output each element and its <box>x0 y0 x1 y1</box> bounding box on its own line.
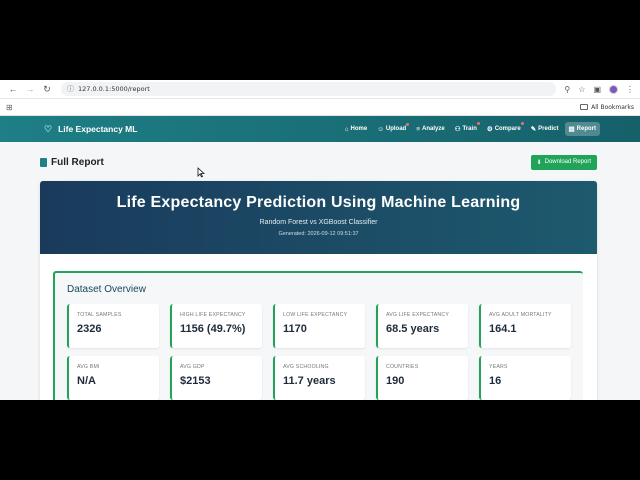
stat-card: Avg Adult Mortality 164.1 <box>479 304 571 348</box>
page-title: Full Report <box>40 157 104 168</box>
stat-label: Avg Life Expectancy <box>386 312 449 318</box>
nav-report[interactable]: ▤ Report <box>564 122 600 136</box>
url-field[interactable]: ⓘ 127.0.0.1:5000/report <box>61 82 557 96</box>
user-icon: ☺ <box>377 125 384 133</box>
all-bookmarks-label: All Bookmarks <box>591 103 634 111</box>
stat-card: Avg Schooling 11.7 years <box>273 356 365 400</box>
stat-value: 2326 <box>77 323 102 335</box>
stat-label: Years <box>489 364 508 370</box>
menu-icon[interactable]: ⋮ <box>626 85 634 94</box>
nav-compare[interactable]: ⚙ Compare <box>483 122 525 136</box>
report-hero: Life Expectancy Prediction Using Machine… <box>40 181 597 254</box>
stat-card: Avg Life Expectancy 68.5 years <box>376 304 468 348</box>
extensions-icon[interactable]: ▣ <box>593 85 601 94</box>
file-icon <box>40 157 47 167</box>
stat-label: Countries <box>386 364 419 370</box>
nav-analyze[interactable]: ≡ Analyze <box>412 123 448 136</box>
url-text: 127.0.0.1:5000/report <box>78 85 150 93</box>
reload-icon[interactable]: ↻ <box>40 82 54 96</box>
forward-icon[interactable]: → <box>23 82 37 96</box>
nav-label: Upload <box>385 126 407 132</box>
report-title: Life Expectancy Prediction Using Machine… <box>116 194 521 211</box>
notification-dot <box>476 122 480 125</box>
stat-label: Avg GDP <box>180 364 205 370</box>
address-bar: ← → ↻ ⓘ 127.0.0.1:5000/report ⚲ ☆ ▣ ⋮ <box>0 80 640 99</box>
compare-icon: ⚙ <box>486 126 493 133</box>
nav-label: Predict <box>538 126 559 132</box>
brand-name: Life Expectancy ML <box>58 124 138 134</box>
stat-label: High Life Expectancy <box>180 312 246 318</box>
document-icon: ▤ <box>568 126 575 133</box>
stat-card: Low Life Expectancy 1170 <box>273 304 365 348</box>
page-header: Full Report ⬇ Download Report <box>40 153 597 171</box>
stat-value: 11.7 years <box>283 375 336 387</box>
stat-value: 190 <box>386 375 405 387</box>
download-report-button[interactable]: ⬇ Download Report <box>530 154 597 170</box>
dataset-overview-section: Dataset Overview Total Samples 2326 High L… <box>53 271 583 400</box>
notification-dot <box>406 122 410 126</box>
stat-card: Countries 190 <box>376 356 468 400</box>
stat-value: 68.5 years <box>386 323 440 335</box>
zoom-icon[interactable]: ⚲ <box>564 85 570 94</box>
stat-card: High Life Expectancy 1156 (49.7%) <box>170 304 262 348</box>
bookmarks-bar: ⊞ All Bookmarks <box>0 99 640 116</box>
star-icon[interactable]: ☆ <box>578 85 585 94</box>
folder-icon <box>580 104 589 110</box>
nav-label: Compare <box>494 126 521 132</box>
stat-card: Avg GDP $2153 <box>170 356 262 400</box>
stat-card: Avg BMI N/A <box>67 356 159 400</box>
stat-card: Total Samples 2326 <box>67 304 159 348</box>
people-icon: ⚇ <box>454 126 461 133</box>
profile-avatar[interactable] <box>609 84 618 94</box>
site-info-icon[interactable]: ⓘ <box>67 84 74 94</box>
all-bookmarks-button[interactable]: All Bookmarks <box>580 104 634 111</box>
stat-label: Avg Adult Mortality <box>489 312 552 318</box>
stat-value: 1156 (49.7%) <box>180 323 246 335</box>
report-card: Life Expectancy Prediction Using Machine… <box>40 181 597 400</box>
nav-label: Report <box>576 126 596 132</box>
brand-link[interactable]: ♡ Life Expectancy ML <box>44 124 137 135</box>
home-icon: ⌂ <box>344 125 349 133</box>
apps-grid-icon[interactable]: ⊞ <box>6 103 13 112</box>
nav-upload[interactable]: ☺ Upload <box>373 122 410 136</box>
nav-label: Train <box>462 126 477 132</box>
page-title-text: Full Report <box>51 156 104 168</box>
stat-label: Low Life Expectancy <box>283 312 348 318</box>
nav-label: Analyze <box>422 126 445 132</box>
stat-value: $2153 <box>180 375 211 387</box>
stat-card: Years 16 <box>479 356 571 400</box>
nav-predict[interactable]: ✎ Predict <box>527 122 563 136</box>
download-label: Download Report <box>544 159 591 165</box>
app-navbar: ♡ Life Expectancy ML ⌂ Home ☺ Upload ≡ Analyz… <box>0 116 640 142</box>
stat-label: Total Samples <box>77 312 122 318</box>
nav-home[interactable]: ⌂ Home <box>341 123 372 136</box>
pencil-icon: ✎ <box>530 126 537 133</box>
stat-label: Avg BMI <box>77 364 100 370</box>
stat-value: 1170 <box>283 323 307 335</box>
stat-value: N/A <box>77 375 96 387</box>
stats-grid: Total Samples 2326 High Life Expectancy 115… <box>67 304 571 400</box>
section-title: Dataset Overview <box>67 284 146 295</box>
report-generated: Generated: 2026-09-12 09:51:37 <box>278 231 359 237</box>
browser-window: ← → ↻ ⓘ 127.0.0.1:5000/report ⚲ ☆ ▣ ⋮ ⊞ … <box>0 80 640 400</box>
chart-icon: ≡ <box>416 125 420 133</box>
nav-train[interactable]: ⚇ Train <box>451 122 481 136</box>
nav-links: ⌂ Home ☺ Upload ≡ Analyze ⚇ Train ⚙ Compare ✎ Predi… <box>341 122 600 136</box>
report-subtitle: Random Forest vs XGBoost Classifier <box>259 219 378 226</box>
nav-label: Home <box>350 126 368 132</box>
stat-value: 164.1 <box>489 323 517 335</box>
stat-value: 16 <box>489 375 502 387</box>
download-icon: ⬇ <box>536 159 542 166</box>
notification-dot <box>520 122 524 125</box>
heart-pulse-icon: ♡ <box>44 123 53 134</box>
back-icon[interactable]: ← <box>6 82 20 96</box>
stat-label: Avg Schooling <box>283 364 329 370</box>
